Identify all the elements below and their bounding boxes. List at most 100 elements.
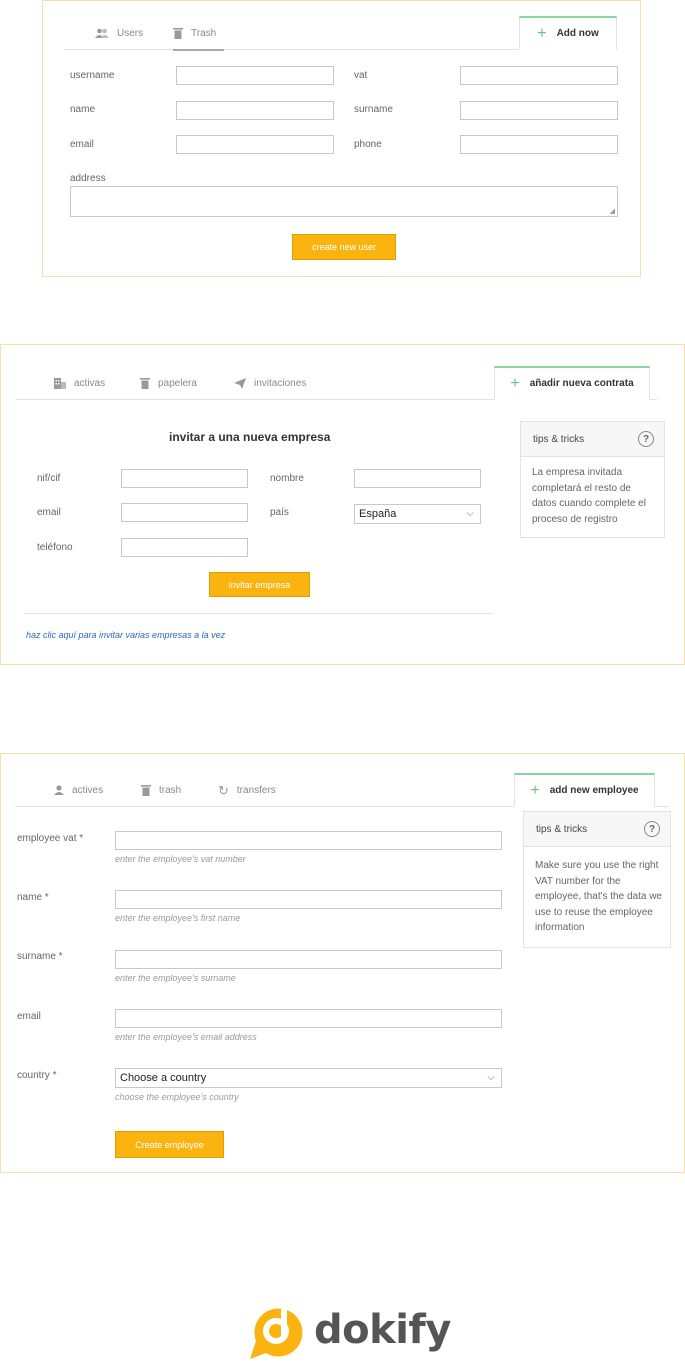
users-icon <box>95 28 109 38</box>
dokify-logo-mark-icon <box>250 1308 303 1359</box>
resize-grip-icon[interactable]: ◢ <box>610 207 615 215</box>
name-label: name <box>70 104 96 115</box>
create-employee-button[interactable]: Create employee <box>115 1131 224 1158</box>
bulk-invite-link[interactable]: haz clic aquí para invitar varias empres… <box>26 630 225 640</box>
invite-company-title: invitar a una nueva empresa <box>169 430 331 444</box>
vat-label: vat <box>354 70 368 81</box>
username-input[interactable] <box>176 66 334 85</box>
surname-label: surname <box>354 104 393 115</box>
tips-body: La empresa invitada completará el resto … <box>532 467 646 525</box>
nombre-input[interactable] <box>354 469 481 488</box>
plus-icon: + <box>510 374 520 392</box>
tab-transfers-label: transfers <box>236 784 276 796</box>
tab-users-label: Users <box>117 27 144 39</box>
country-hint: choose the employee's country <box>115 1092 239 1102</box>
pais-select[interactable]: España ⌵ <box>354 504 481 524</box>
tab-add-new-employee[interactable]: + add new employee <box>514 773 655 807</box>
tab-trash-label: trash <box>159 784 182 796</box>
users-tabbar: Users Trash + Add now <box>65 16 617 51</box>
nifcif-label: nif/cif <box>37 473 61 484</box>
trash-icon <box>173 27 183 39</box>
name-hint: enter the employee's first name <box>115 913 241 923</box>
telefono-input[interactable] <box>121 538 248 557</box>
tab-actives-label: actives <box>72 784 104 796</box>
telefono-label: teléfono <box>37 542 73 553</box>
email-label: email <box>70 139 94 150</box>
trash-icon <box>140 377 150 389</box>
dokify-logo: dokify <box>246 1303 451 1361</box>
email-input[interactable] <box>176 135 334 154</box>
surname-input[interactable] <box>460 101 618 120</box>
email-hint: enter the employee's email address <box>115 1032 257 1042</box>
tips-title: tips & tricks <box>533 434 585 445</box>
tab-actives[interactable]: actives <box>54 773 103 807</box>
name-input[interactable] <box>176 101 334 120</box>
invitar-empresa-button[interactable]: invitar empresa <box>209 572 310 597</box>
pais-label: país <box>270 507 289 518</box>
company-panel: activas papelera invitaciones + añadir n… <box>0 344 685 665</box>
tab-invitaciones[interactable]: invitaciones <box>234 366 306 400</box>
email-label: email <box>37 507 61 518</box>
country-select[interactable]: Choose a country ⌵ <box>115 1068 502 1088</box>
name-input[interactable] <box>115 890 502 909</box>
address-label: address <box>70 173 106 184</box>
paper-plane-icon <box>234 377 246 389</box>
email-label: email <box>17 1011 41 1022</box>
tab-invitaciones-label: invitaciones <box>254 377 307 389</box>
phone-label: phone <box>354 139 382 150</box>
tips-header: tips & tricks ? <box>524 812 670 847</box>
chevron-down-icon: ⌵ <box>487 1072 495 1083</box>
help-icon[interactable]: ? <box>644 821 660 837</box>
pais-select-value: España <box>359 508 397 520</box>
address-textarea[interactable]: ◢ <box>70 186 618 217</box>
person-icon <box>54 785 64 795</box>
employee-vat-input[interactable] <box>115 831 502 850</box>
name-label: name * <box>17 892 49 903</box>
tab-activas-label: activas <box>74 377 106 389</box>
tab-anadir-nueva-contrata[interactable]: + añadir nueva contrata <box>494 366 650 400</box>
tab-papelera[interactable]: papelera <box>140 366 197 400</box>
chevron-down-icon: ⌵ <box>466 508 474 519</box>
tab-trash[interactable]: trash <box>141 773 181 807</box>
tab-papelera-label: papelera <box>158 377 197 389</box>
tab-trash[interactable]: Trash <box>173 16 225 51</box>
surname-label: surname * <box>17 951 63 962</box>
trash-icon <box>141 784 151 796</box>
tab-transfers[interactable]: ↻ transfers <box>218 773 276 807</box>
country-select-placeholder: Choose a country <box>120 1072 207 1084</box>
tab-users[interactable]: Users <box>95 16 143 50</box>
username-label: username <box>70 70 115 81</box>
tips-header: tips & tricks ? <box>521 422 664 457</box>
employee-vat-hint: enter the employee's vat number <box>115 854 246 864</box>
vat-input[interactable] <box>460 66 618 85</box>
surname-input[interactable] <box>115 950 502 969</box>
email-input[interactable] <box>115 1009 502 1028</box>
plus-icon: + <box>537 24 547 42</box>
brand-name: dokify <box>314 1307 451 1353</box>
users-panel: Users Trash + Add now username vat name … <box>42 0 641 277</box>
refresh-icon: ↻ <box>218 782 229 798</box>
country-label: country * <box>17 1070 57 1081</box>
email-input[interactable] <box>121 503 248 522</box>
phone-input[interactable] <box>460 135 618 154</box>
tab-trash-label: Trash <box>191 27 217 39</box>
tab-add-now-label: Add now <box>556 28 599 39</box>
tab-activas[interactable]: activas <box>54 366 105 400</box>
tips-box: tips & tricks ? Make sure you use the ri… <box>523 811 671 948</box>
employee-vat-label: employee vat * <box>17 833 84 844</box>
tips-title: tips & tricks <box>536 824 588 835</box>
tab-add-now[interactable]: + Add now <box>519 16 617 50</box>
divider <box>25 613 493 614</box>
surname-hint: enter the employee's surname <box>115 973 236 983</box>
help-icon[interactable]: ? <box>638 431 654 447</box>
employee-panel: actives trash ↻ transfers + add new empl… <box>0 753 685 1173</box>
plus-icon: + <box>530 781 540 799</box>
nifcif-input[interactable] <box>121 469 248 488</box>
nombre-label: nombre <box>270 473 304 484</box>
company-tabbar: activas papelera invitaciones + añadir n… <box>16 366 657 400</box>
tab-add-new-employee-label: add new employee <box>549 785 639 796</box>
tab-anadir-label: añadir nueva contrata <box>529 378 634 389</box>
create-new-user-button[interactable]: create new user <box>292 234 396 260</box>
tips-body: Make sure you use the right VAT number f… <box>535 860 662 933</box>
employee-tabbar: actives trash ↻ transfers + add new empl… <box>15 773 669 807</box>
